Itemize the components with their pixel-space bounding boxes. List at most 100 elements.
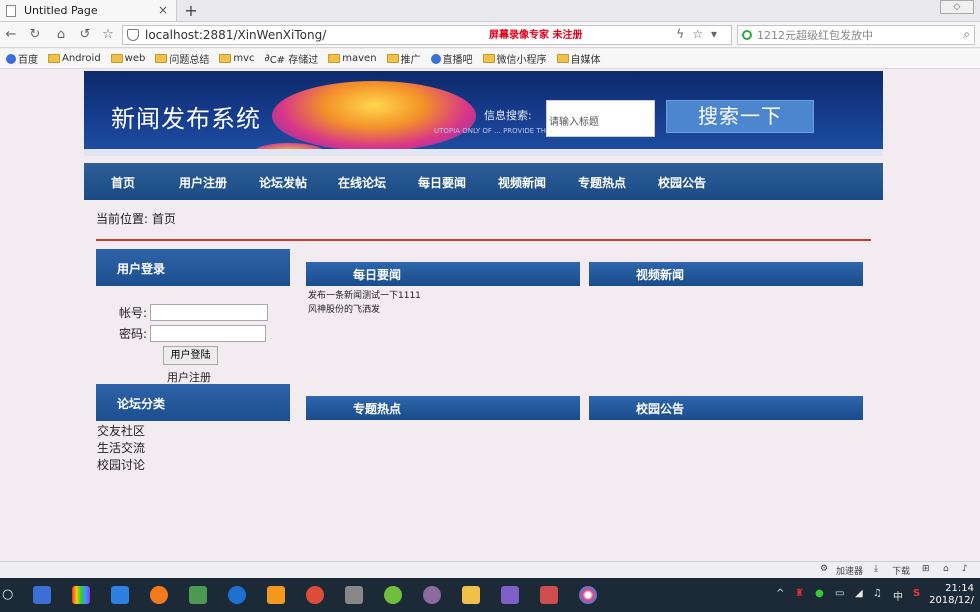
menu-item-post[interactable]: 论坛发帖 [259,174,307,191]
folder-icon[interactable] [462,586,480,604]
app-icon[interactable] [111,586,129,604]
category-item[interactable]: 交友社区 [97,422,145,439]
register-link[interactable]: 用户注册 [167,369,211,385]
address-tools-icon[interactable]: ϟ☆▾ [676,27,725,41]
tray-app-icon[interactable]: ● [815,588,824,599]
chrome-icon[interactable] [306,586,324,604]
browser-navbar: ← ↻ ⌂ ↺ ☆ localhost:2881/XinWenXiTong/ 屏… [0,22,980,48]
network-icon[interactable]: ◢ [855,588,863,599]
tray-app-icon[interactable]: ♜ [795,588,804,599]
bookmark-item[interactable]: maven [328,53,377,64]
undo-icon[interactable]: ↺ [76,26,94,44]
speaker-icon[interactable]: ♫ [873,588,882,599]
bookmark-label: Android [62,53,101,64]
folder-icon [386,54,399,63]
section-notice-header: 校园公告 [589,396,863,420]
site-search-button[interactable]: 搜索一下 [666,100,814,133]
zoom-icon[interactable]: ⊞ [922,564,930,574]
folder-icon [110,54,123,63]
bookmark-item[interactable]: 百度 [6,51,38,66]
sogou-icon[interactable]: S [913,588,920,599]
bookmark-item[interactable]: ∂ C# 存储过 [265,51,319,66]
forum-category-title: 论坛分类 [96,384,290,421]
page-content: 新闻发布系统 UTOPIA ONLY OF ... PROVIDE THE CL… [84,71,883,561]
volume-icon[interactable]: ♪ [962,564,968,574]
favorite-icon[interactable]: ☆ [99,26,117,44]
download-label[interactable]: 下载 [892,564,910,577]
section-topics-header: 专题热点 [306,396,580,420]
app-icon[interactable] [189,586,207,604]
folder-icon [155,54,168,63]
menu-item-notice[interactable]: 校园公告 [658,174,706,191]
menu-item-video[interactable]: 视频新闻 [498,174,546,191]
password-input[interactable] [150,325,266,342]
browser-search-placeholder: 1212元超级红包发放中 [757,29,873,42]
menu-item-register[interactable]: 用户注册 [179,174,227,191]
color-app-icon[interactable] [72,586,90,604]
bookmark-item[interactable]: 微信小程序 [482,51,547,66]
clock[interactable]: 21:14 2018/12/ [929,583,974,607]
menu-item-home[interactable]: 首页 [111,174,135,191]
account-input[interactable] [150,304,268,321]
menu-item-forum[interactable]: 在线论坛 [338,174,386,191]
folder-icon [48,54,60,63]
app-icon[interactable] [267,586,285,604]
section-video-header: 视频新闻 [589,262,863,286]
shield-icon [127,29,139,41]
refresh-icon[interactable]: ↻ [26,26,44,44]
app-icon[interactable] [150,586,168,604]
bookmark-item[interactable]: web [110,53,145,64]
news-item[interactable]: 发布一条新闻测试一下1111 [308,288,421,301]
clock-date: 2018/12/ [929,595,974,606]
browser-search-box[interactable]: 1212元超级红包发放中 ⌕ [737,25,975,45]
divider [96,239,871,241]
bookmark-item[interactable]: 推广 [386,51,421,66]
home-status-icon[interactable]: ⌂ [943,564,949,574]
login-button[interactable]: 用户登陆 [163,346,218,365]
banner-stripe [84,149,883,156]
download-icon[interactable]: ⤓ [874,564,878,574]
battery-icon[interactable]: ▭ [835,588,844,599]
bookmark-label: 推广 [400,55,421,66]
tab-title: Untitled Page [24,4,98,17]
tools-icon[interactable] [345,586,363,604]
news-item[interactable]: 风神股份的飞洒发 [308,302,380,315]
bookmark-label: 百度 [18,55,38,66]
app-icon[interactable] [423,586,441,604]
app-icon[interactable] [384,586,402,604]
bookmark-item[interactable]: 自媒体 [556,51,601,66]
bookmark-item[interactable]: Android [48,53,101,64]
bookmark-item[interactable]: mvc [219,53,255,64]
bookmark-item[interactable]: 问题总结 [155,51,209,66]
category-item[interactable]: 校园讨论 [97,456,145,473]
bookmark-item[interactable]: 直播吧 [430,51,473,66]
address-bar[interactable]: localhost:2881/XinWenXiTong/ 屏幕录像专家 未注册 … [122,25,732,45]
new-tab-button[interactable]: + [180,1,202,21]
window-control-icon[interactable]: ◇ [940,0,974,14]
ime-label[interactable]: 中 [893,588,903,603]
accelerator-icon[interactable]: ⚙ [820,564,828,574]
app-icon[interactable] [33,586,51,604]
accelerator-label[interactable]: 加速器 [836,564,863,577]
browser-app-icon[interactable] [579,586,597,604]
browser-statusbar: ⚙ 加速器 ⤓ 下载 ⊞ ⌂ ♪ [0,561,980,578]
address-url[interactable]: localhost:2881/XinWenXiTong/ [145,28,326,42]
search-icon[interactable]: ⌕ [963,27,970,42]
bookmark-label: maven [342,53,377,64]
app-icon[interactable] [501,586,519,604]
menu-item-daily[interactable]: 每日要闻 [418,174,466,191]
site-search-input[interactable]: 请输入标题 [546,100,655,137]
menu-item-topics[interactable]: 专题热点 [578,174,626,191]
bookmark-label: mvc [233,53,255,64]
back-icon[interactable]: ← [2,26,20,44]
search-circle-icon[interactable]: ○ [2,587,13,602]
search-engine-icon [742,30,752,40]
home-icon[interactable]: ⌂ [52,26,70,44]
app-icon[interactable] [540,586,558,604]
ie-icon[interactable] [228,586,246,604]
tray-arrow-icon[interactable]: ^ [776,588,784,599]
close-tab-icon[interactable]: × [158,3,168,17]
section-daily-header: 每日要闻 [306,262,580,286]
browser-tab[interactable]: Untitled Page × [0,0,177,22]
category-item[interactable]: 生活交流 [97,439,145,456]
